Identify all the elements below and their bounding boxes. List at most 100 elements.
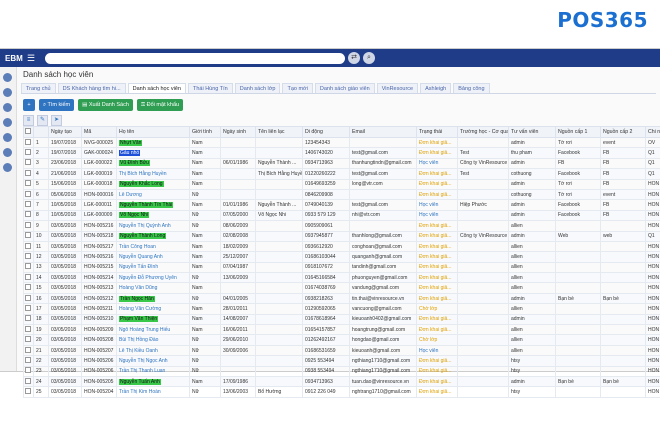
student-name-highlight[interactable]: Nguyễn Khắc Long [119, 181, 164, 188]
row-checkbox[interactable] [25, 159, 31, 166]
cell-name[interactable]: Thị Bích Hằng Huyền [116, 168, 190, 180]
tab-1[interactable]: DS Khách hàng tìm hi... [57, 83, 126, 93]
table-row[interactable]: 4 21/06/2018 LGK-000019 Thị Bích Hằng Huyền… [23, 168, 660, 180]
column-header-11[interactable]: Trường học - Cơ quan [457, 126, 509, 138]
column-header-3[interactable]: Mã [81, 126, 117, 138]
tab-7[interactable]: VinResource [376, 83, 419, 93]
cell-name[interactable]: Nguyễn Khắc Long [116, 178, 190, 190]
row-checkbox[interactable] [25, 169, 31, 176]
row-checkbox[interactable] [25, 356, 31, 363]
tab-5[interactable]: Tạo mới [282, 83, 313, 93]
row-checkbox[interactable] [25, 232, 31, 239]
table-row[interactable]: 18 03/05/2018 HON-005210 Phạm Văn Thiện Nam 1… [23, 313, 660, 326]
send-icon[interactable]: ➤ [51, 115, 62, 126]
table-row[interactable]: 21 03/05/2018 HON-005207 Lê Thị Kiều Oanh Nữ… [23, 344, 660, 357]
global-search-input[interactable] [45, 52, 345, 64]
select-all-checkbox[interactable] [25, 128, 31, 134]
share-icon[interactable]: ⇄ [348, 52, 360, 64]
list-view-icon[interactable]: ≡ [23, 115, 34, 126]
row-checkbox[interactable] [25, 273, 31, 280]
cell-name[interactable]: Lê Thị Kiều Oanh [116, 344, 190, 357]
student-name-highlight[interactable]: Vũ Đình Bửu [119, 160, 150, 167]
table-row[interactable]: 1 19/07/2018 NVG-000025 Nhựt Văn Nam 12345434… [23, 136, 660, 149]
table-row[interactable]: 15 03/05/2018 HON-005213 Hoàng Văn Dũng Nam 0… [23, 282, 660, 294]
column-header-6[interactable]: Ngày sinh [220, 126, 256, 138]
row-checkbox[interactable] [25, 377, 31, 384]
cell-name[interactable]: Nhựt Văn [116, 136, 190, 149]
cell-name[interactable]: Trần Ngọc Hân [116, 292, 190, 305]
book-icon[interactable] [3, 133, 12, 142]
table-row[interactable]: 7 10/05/2018 LGK-000011 Nguyễn Thành Tín Th… [23, 199, 660, 211]
column-header-1[interactable] [33, 126, 49, 138]
cell-name[interactable]: Nguyễn Tuấn Anh [116, 375, 190, 388]
tab-2[interactable]: Danh sách học viên [127, 83, 186, 93]
table-row[interactable]: 19 03/05/2018 HON-005209 Ngô Hoàng Trung Hi… [23, 324, 660, 336]
search-button[interactable]: ⌕ Tìm kiếm [39, 99, 75, 111]
cell-name[interactable]: Nguyễn Thị Quỳnh Anh [116, 220, 190, 232]
table-row[interactable]: 16 03/05/2018 HON-005212 Trần Ngọc Hân Nữ 04/… [23, 292, 660, 305]
tab-6[interactable]: Danh sách giáo viên [314, 83, 375, 93]
column-header-9[interactable]: Email [349, 126, 417, 138]
table-row[interactable]: 24 03/05/2018 HON-005205 Nguyễn Tuấn Anh Nam… [23, 375, 660, 388]
table-row[interactable]: 2 19/07/2018 GAK-000024 Gấu nhỏ Nam 140674302… [23, 147, 660, 159]
row-checkbox[interactable] [25, 138, 31, 145]
table-row[interactable]: 25 03/05/2018 HON-005204 Trần Thị Kim Hoàn N… [23, 386, 660, 398]
cell-name[interactable]: Phạm Văn Thiện [116, 313, 190, 326]
column-header-4[interactable]: Họ tên [116, 126, 190, 138]
table-row[interactable]: 3 23/06/2018 LGK-000022 Vũ Đình Bửu Nam 06/01… [23, 157, 660, 170]
table-row[interactable]: 13 03/05/2018 HON-005215 Nguyễn Tấn Đình Nam… [23, 261, 660, 274]
table-row[interactable]: 14 03/05/2018 HON-005214 Nguyễn Đỗ Phương U… [23, 272, 660, 284]
column-header-14[interactable]: Nguồn cấp 2 [600, 126, 646, 138]
column-header-2[interactable]: Ngày tạo [48, 126, 82, 138]
cell-name[interactable]: Gấu nhỏ [116, 147, 190, 159]
column-header-0[interactable] [23, 126, 34, 138]
column-header-7[interactable]: Tên liên lạc [255, 126, 303, 138]
row-checkbox[interactable] [25, 367, 31, 374]
table-row[interactable]: 8 10/05/2018 LGK-000009 Võ Ngọc Nhi Nữ 07/05/… [23, 209, 660, 222]
column-header-12[interactable]: Tư vấn viên [508, 126, 556, 138]
row-checkbox[interactable] [25, 211, 31, 218]
table-row[interactable]: 10 03/05/2018 HON-005218 Nguyễn Thành Long N… [23, 230, 660, 242]
cell-name[interactable]: Bùi Thị Hồng Đào [116, 334, 190, 346]
cell-name[interactable]: Nguyễn Thành Tín Thái [116, 199, 190, 211]
column-header-5[interactable]: Giới tính [189, 126, 221, 138]
student-name-highlight[interactable]: Nhựt Văn [119, 139, 143, 146]
table-row[interactable]: 23 03/05/2018 HON-005206 Trần Thị Thanh Lua… [23, 365, 660, 378]
row-checkbox[interactable] [25, 304, 31, 311]
row-checkbox[interactable] [25, 149, 31, 156]
cell-name[interactable]: Ngô Hoàng Trung Hiếu [116, 324, 190, 336]
student-name-highlight[interactable]: Nguyễn Thành Long [119, 233, 167, 240]
row-checkbox[interactable] [25, 315, 31, 322]
table-row[interactable]: 22 03/05/2018 HON-005206 Nguyễn Thị Ngọc An… [23, 355, 660, 367]
cell-name[interactable]: Trần Công Hoan [116, 240, 190, 253]
row-checkbox[interactable] [25, 346, 31, 353]
column-header-10[interactable]: Trạng thái [416, 126, 458, 138]
menu-icon[interactable]: ☰ [27, 53, 39, 64]
cell-name[interactable]: Nguyễn Đỗ Phương Uyên [116, 272, 190, 284]
student-name-highlight[interactable]: Trần Ngọc Hân [119, 295, 155, 302]
cell-name[interactable]: Vũ Đình Bửu [116, 157, 190, 170]
tab-0[interactable]: Trang chủ [21, 83, 56, 93]
row-checkbox[interactable] [25, 201, 31, 208]
chart-icon[interactable] [3, 148, 12, 157]
row-checkbox[interactable] [25, 252, 31, 259]
cell-name[interactable]: Hoàng Văn Cường [116, 303, 190, 315]
row-checkbox[interactable] [25, 325, 31, 332]
row-checkbox[interactable] [25, 294, 31, 301]
cell-name[interactable]: Nguyễn Tấn Đình [116, 261, 190, 274]
settings-icon[interactable] [3, 163, 12, 172]
cell-name[interactable]: Hoàng Văn Dũng [116, 282, 190, 294]
add-button[interactable]: + [23, 99, 35, 111]
tab-4[interactable]: Danh sách lớp [234, 83, 281, 93]
change-password-button[interactable]: ⚿ Đổi mật khẩu [136, 99, 184, 111]
table-row[interactable]: 5 15/06/2018 LGK-000018 Nguyễn Khắc Long Nam… [23, 178, 660, 190]
row-checkbox[interactable] [25, 336, 31, 343]
table-row[interactable]: 17 03/05/2018 HON-005211 Hoàng Văn Cường Nam… [23, 303, 660, 315]
student-name-highlight[interactable]: Võ Ngọc Nhi [119, 212, 150, 219]
row-checkbox[interactable] [25, 284, 31, 291]
people-icon[interactable] [3, 118, 12, 127]
link-icon[interactable] [3, 88, 12, 97]
cell-name[interactable]: Nguyễn Quang Anh [116, 251, 190, 263]
tab-3[interactable]: Thái Hùng Tín [187, 83, 233, 93]
cell-name[interactable]: Nguyễn Thị Ngọc Anh [116, 355, 190, 367]
